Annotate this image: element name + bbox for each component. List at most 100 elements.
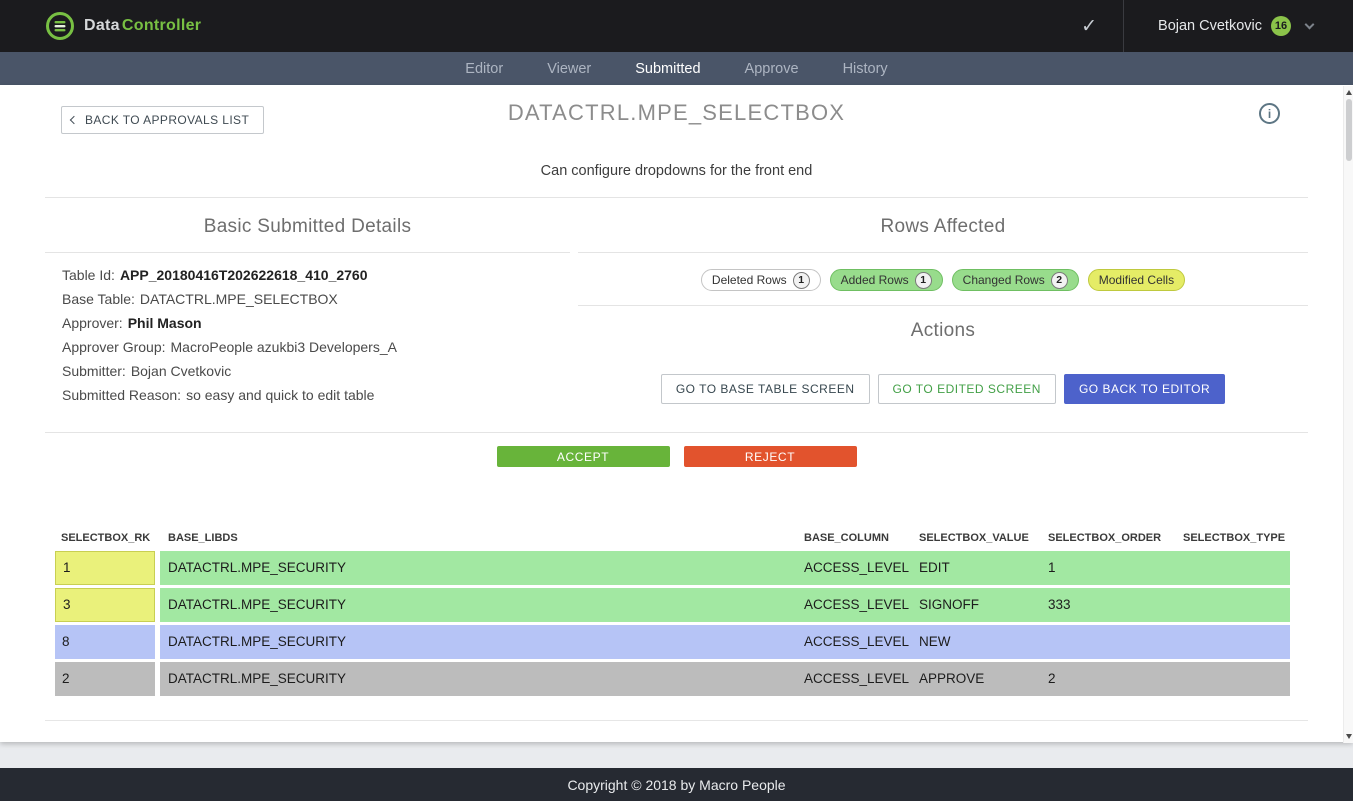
brand-word-data: Data [84,17,120,34]
column-header-base-column: BASE_COLUMN [796,532,911,544]
app-logo-icon [46,12,74,40]
back-to-approvals-button[interactable]: BACK TO APPROVALS LIST [61,106,264,134]
main-content: BACK TO APPROVALS LIST DATACTRL.MPE_SELE… [0,85,1353,742]
top-header: DataController ✓ Bojan Cvetkovic 16 [0,0,1353,52]
detail-value: APP_20180416T202622618_410_2760 [120,267,368,283]
cell-selectbox-value: NEW [911,625,1040,659]
table-row: 1 DATACTRL.MPE_SECURITY ACCESS_LEVEL EDI… [55,551,1290,585]
chevron-down-icon[interactable] [1305,19,1315,29]
cell-base-column: ACCESS_LEVEL [796,588,911,622]
details-list: Table Id: APP_20180416T202622618_410_2760… [45,253,570,407]
table-row: 2 DATACTRL.MPE_SECURITY ACCESS_LEVEL APP… [55,662,1290,696]
detail-label: Base Table: [62,291,135,307]
content-bottom-divider [45,720,1308,721]
badge-count: 1 [793,272,810,289]
detail-row-table-id: Table Id: APP_20180416T202622618_410_2760 [62,263,570,287]
detail-row-base-table: Base Table: DATACTRL.MPE_SELECTBOX [62,287,570,311]
detail-label: Table Id: [62,267,115,283]
detail-label: Submitted Reason: [62,387,181,403]
scrollbar [1343,86,1353,743]
basic-submitted-details-section: Basic Submitted Details Table Id: APP_201… [45,198,570,432]
footer: Copyright © 2018 by Macro People [0,768,1353,801]
cell-selectbox-value: SIGNOFF [911,588,1040,622]
badge-label: Added Rows [841,273,909,287]
key-cell: 2 [55,662,155,696]
details-and-rows-section: Basic Submitted Details Table Id: APP_201… [45,197,1308,433]
section-heading-basic-details: Basic Submitted Details [45,198,570,253]
reject-button[interactable]: REJECT [684,446,857,467]
detail-label: Submitter: [62,363,126,379]
cell-selectbox-order: 1 [1040,551,1175,585]
cell-selectbox-type [1175,551,1290,585]
go-to-edited-screen-button[interactable]: GO TO EDITED SCREEN [878,374,1056,404]
cell-selectbox-type [1175,625,1290,659]
cell-base-column: ACCESS_LEVEL [796,662,911,696]
badge-label: Modified Cells [1099,273,1174,287]
nav-tab-editor[interactable]: Editor [465,61,503,77]
cell-selectbox-order: 333 [1040,588,1175,622]
app-root: DataController ✓ Bojan Cvetkovic 16 Edit… [0,0,1353,801]
back-button-label: BACK TO APPROVALS LIST [85,113,249,127]
info-icon[interactable]: i [1259,103,1280,124]
detail-value: DATACTRL.MPE_SELECTBOX [140,291,338,307]
detail-row-submitter: Submitter: Bojan Cvetkovic [62,359,570,383]
detail-row-approver-group: Approver Group: MacroPeople azukbi3 Devel… [62,335,570,359]
badge-count: 2 [1051,272,1068,289]
table-row-cells: DATACTRL.MPE_SECURITY ACCESS_LEVEL EDIT … [160,551,1290,585]
detail-value: MacroPeople azukbi3 Developers_A [171,339,397,355]
column-header-base-libds: BASE_LIBDS [160,532,796,544]
modified-cells-badge: Modified Cells [1088,269,1185,291]
key-cell-modified: 3 [55,588,155,622]
rows-affected-section: Rows Affected Deleted Rows 1 Added Rows … [578,198,1308,432]
table-row-cells: DATACTRL.MPE_SECURITY ACCESS_LEVEL NEW [160,625,1290,659]
detail-value: Phil Mason [128,315,202,331]
diff-table: SELECTBOX_RK BASE_LIBDS BASE_COLUMN SELE… [55,525,1290,696]
accept-button[interactable]: ACCEPT [497,446,670,467]
cell-base-column: ACCESS_LEVEL [796,551,911,585]
nav-tab-approve[interactable]: Approve [745,61,799,77]
cell-selectbox-type [1175,588,1290,622]
detail-label: Approver Group: [62,339,166,355]
cell-selectbox-order [1040,625,1175,659]
detail-label: Approver: [62,315,123,331]
main-nav: Editor Viewer Submitted Approve History [0,52,1353,85]
detail-row-submitted-reason: Submitted Reason: so easy and quick to ed… [62,383,570,407]
row-status-badges: Deleted Rows 1 Added Rows 1 Changed Rows… [578,253,1308,306]
section-heading-actions: Actions [578,306,1308,342]
scrollbar-down-arrow[interactable] [1346,734,1352,739]
scrollbar-up-arrow[interactable] [1346,90,1352,95]
cell-selectbox-value: EDIT [911,551,1040,585]
user-name: Bojan Cvetkovic [1158,18,1262,34]
detail-row-approver: Approver: Phil Mason [62,311,570,335]
cell-base-libds: DATACTRL.MPE_SECURITY [160,662,796,696]
page-description: Can configure dropdowns for the front en… [45,163,1308,181]
user-menu[interactable]: Bojan Cvetkovic 16 [1124,16,1313,36]
column-header-selectbox-rk: SELECTBOX_RK [55,532,155,544]
check-icon: ✓ [1081,15,1097,38]
header-right: ✓ Bojan Cvetkovic 16 [1081,0,1313,52]
user-notification-badge: 16 [1271,16,1291,36]
detail-value: so easy and quick to edit table [186,387,374,403]
page-header: BACK TO APPROVALS LIST DATACTRL.MPE_SELE… [45,85,1308,163]
table-row: 8 DATACTRL.MPE_SECURITY ACCESS_LEVEL NEW [55,625,1290,659]
table-row-cells: DATACTRL.MPE_SECURITY ACCESS_LEVEL SIGNO… [160,588,1290,622]
changed-rows-badge: Changed Rows 2 [952,269,1079,291]
cell-base-column: ACCESS_LEVEL [796,625,911,659]
scrollbar-thumb[interactable] [1346,99,1352,161]
cell-base-libds: DATACTRL.MPE_SECURITY [160,625,796,659]
badge-label: Deleted Rows [712,273,787,287]
go-to-base-table-button[interactable]: GO TO BASE TABLE SCREEN [661,374,870,404]
deleted-rows-badge: Deleted Rows 1 [701,269,821,291]
table-row-cells: DATACTRL.MPE_SECURITY ACCESS_LEVEL APPRO… [160,662,1290,696]
chevron-left-icon [70,116,78,124]
brand[interactable]: DataController [46,12,201,40]
key-cell: 8 [55,625,155,659]
detail-value: Bojan Cvetkovic [131,363,231,379]
go-back-to-editor-button[interactable]: GO BACK TO EDITOR [1064,374,1225,404]
nav-tab-submitted[interactable]: Submitted [635,61,700,77]
cell-base-libds: DATACTRL.MPE_SECURITY [160,588,796,622]
nav-tab-history[interactable]: History [843,61,888,77]
badge-count: 1 [915,272,932,289]
nav-tab-viewer[interactable]: Viewer [547,61,591,77]
cell-selectbox-order: 2 [1040,662,1175,696]
